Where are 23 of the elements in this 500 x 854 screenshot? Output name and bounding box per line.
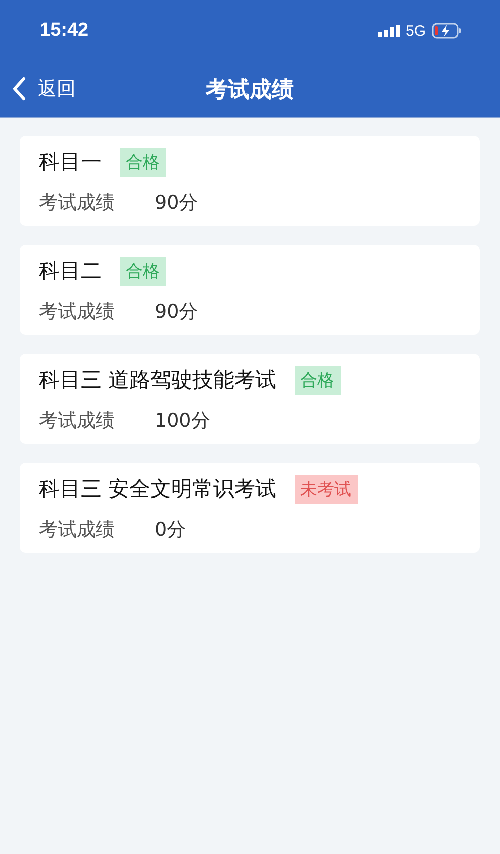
- status-tag: 合格: [120, 256, 166, 286]
- signal-icon: [378, 25, 400, 37]
- status-tag: 未考试: [294, 474, 358, 504]
- exam-name: 科目一: [39, 149, 102, 176]
- status-time: 15:42: [40, 20, 89, 42]
- status-tag: 合格: [120, 148, 166, 176]
- score-label: 考试成绩: [39, 300, 115, 325]
- score-value: 100分: [155, 409, 210, 434]
- score-value: 90分: [155, 191, 198, 216]
- back-chevron-icon: [12, 77, 26, 101]
- score-label: 考试成绩: [39, 518, 115, 543]
- page-title: 考试成绩: [206, 76, 294, 104]
- score-value: 90分: [155, 300, 198, 325]
- score-label: 考试成绩: [39, 409, 115, 434]
- exam-name: 科目二: [39, 258, 102, 285]
- score-label: 考试成绩: [39, 191, 115, 216]
- exam-name: 科目三 道路驾驶技能考试: [39, 367, 277, 394]
- back-button[interactable]: 返回: [10, 74, 78, 104]
- score-value: 0分: [155, 518, 186, 543]
- status-tag: 合格: [294, 366, 341, 394]
- network-label: 5G: [406, 22, 426, 40]
- exam-name: 科目三 安全文明常识考试: [39, 476, 277, 503]
- battery-icon: [432, 23, 462, 39]
